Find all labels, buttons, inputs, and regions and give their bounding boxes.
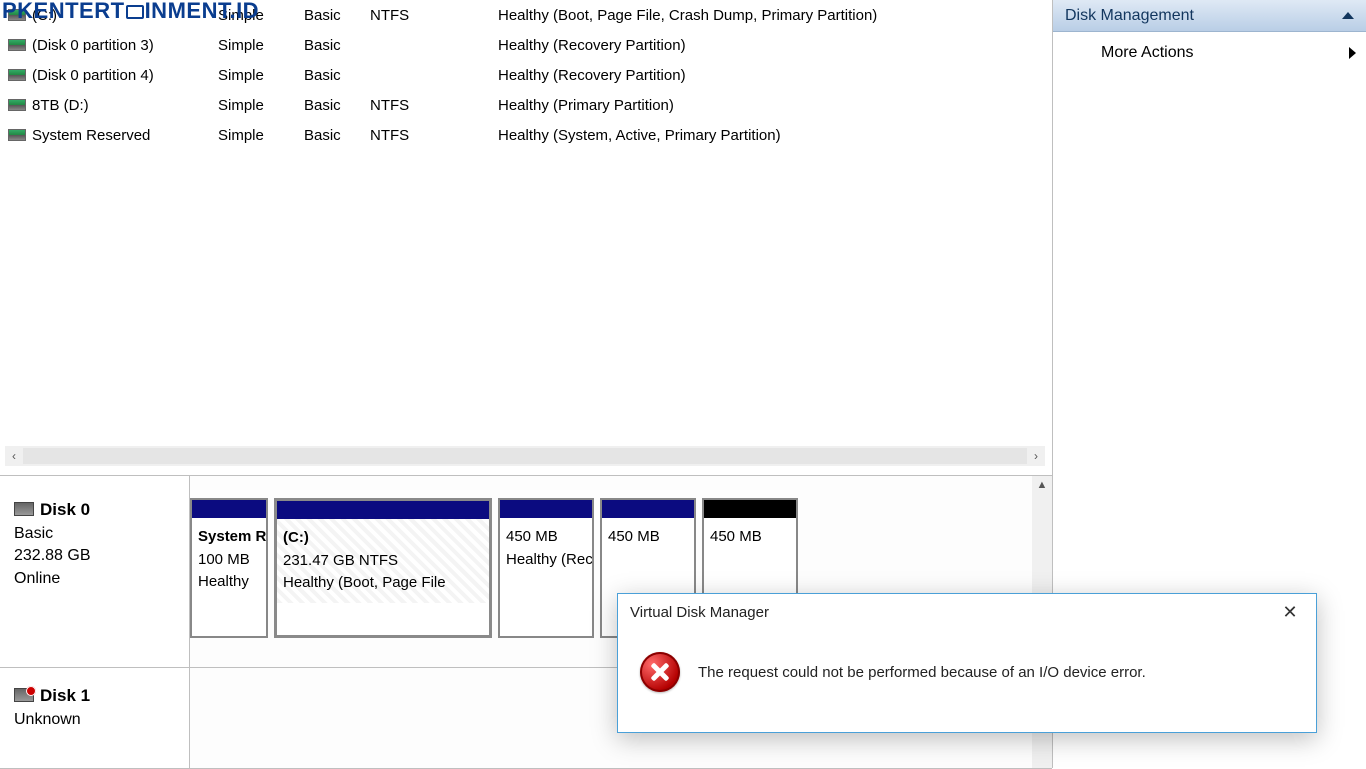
actions-header-label: Disk Management [1065,7,1194,25]
disk1-info[interactable]: Disk 1 Unknown [0,668,190,768]
volume-type: Basic [304,67,370,84]
partition-body: 450 MBHealthy (Recovery [500,518,592,579]
disk0-title: Disk 0 [14,500,179,520]
partition-body: (C:)231.47 GB NTFSHealthy (Boot, Page Fi… [277,519,489,603]
actions-header[interactable]: Disk Management [1053,0,1366,32]
disk0-state: Online [14,568,179,590]
volume-status: Healthy (Recovery Partition) [498,37,1052,54]
disk1-title: Disk 1 [14,686,179,706]
partition-block[interactable]: 450 MBHealthy (Recovery [498,498,594,638]
partition-body: 450 MB [602,518,694,557]
scroll-track[interactable] [23,448,1027,464]
disk-icon [14,502,34,516]
volume-layout: Simple [218,37,304,54]
scroll-right-icon[interactable]: › [1027,446,1045,466]
volume-type: Basic [304,97,370,114]
volume-list[interactable]: (C:) Simple Basic NTFS Healthy (Boot, Pa… [0,0,1052,440]
more-actions-item[interactable]: More Actions [1053,32,1366,74]
close-button[interactable]: ✕ [1276,598,1304,626]
partition-header [192,500,266,518]
dialog-titlebar[interactable]: Virtual Disk Manager ✕ [618,594,1316,630]
volume-row[interactable]: System Reserved Simple Basic NTFS Health… [0,120,1052,150]
partition-header [277,501,489,519]
partition-header [704,500,796,518]
disk0-size: 232.88 GB [14,545,179,567]
volume-icon [8,39,26,51]
scroll-up-icon[interactable]: ▲ [1032,476,1052,494]
disk0-type: Basic [14,523,179,545]
volume-name: System Reserved [32,127,218,144]
volume-name: (Disk 0 partition 4) [32,67,218,84]
volume-icon [8,129,26,141]
dialog-title-text: Virtual Disk Manager [630,604,769,621]
disk1-state: Unknown [14,709,179,731]
collapse-icon [1342,12,1354,19]
more-actions-label: More Actions [1101,44,1193,62]
dialog-body: The request could not be performed becau… [618,630,1316,732]
volume-layout: Simple [218,127,304,144]
volume-status: Healthy (Recovery Partition) [498,67,1052,84]
partition-header [602,500,694,518]
partition-header [500,500,592,518]
disk-error-icon [14,688,34,702]
partition-block[interactable]: System Reserved100 MBHealthy [190,498,268,638]
volume-layout: Simple [218,67,304,84]
volume-status: Healthy (System, Active, Primary Partiti… [498,127,1052,144]
volume-icon [8,69,26,81]
volume-type: Basic [304,7,370,24]
volume-status: Healthy (Primary Partition) [498,97,1052,114]
disk0-info[interactable]: Disk 0 Basic 232.88 GB Online [0,476,190,667]
volume-row[interactable]: (Disk 0 partition 3) Simple Basic Health… [0,30,1052,60]
watermark-logo: PKENTERTINMENT.ID [2,0,259,24]
volume-layout: Simple [218,97,304,114]
volume-filesystem: NTFS [370,7,498,24]
volume-row[interactable]: 8TB (D:) Simple Basic NTFS Healthy (Prim… [0,90,1052,120]
volume-filesystem: NTFS [370,127,498,144]
volume-icon [8,99,26,111]
volume-status: Healthy (Boot, Page File, Crash Dump, Pr… [498,7,1052,24]
chevron-right-icon [1349,47,1356,59]
partition-body: 450 MB [704,518,796,557]
partition-body: System Reserved100 MBHealthy [192,518,266,602]
volume-type: Basic [304,37,370,54]
error-icon [640,652,680,692]
volume-filesystem: NTFS [370,97,498,114]
volume-row[interactable]: (Disk 0 partition 4) Simple Basic Health… [0,60,1052,90]
error-dialog: Virtual Disk Manager ✕ The request could… [617,593,1317,733]
horizontal-scrollbar[interactable]: ‹ › [5,446,1045,466]
partition-block[interactable]: (C:)231.47 GB NTFSHealthy (Boot, Page Fi… [274,498,492,638]
dialog-message: The request could not be performed becau… [698,664,1146,681]
volume-name: (Disk 0 partition 3) [32,37,218,54]
volume-type: Basic [304,127,370,144]
scroll-left-icon[interactable]: ‹ [5,446,23,466]
volume-name: 8TB (D:) [32,97,218,114]
